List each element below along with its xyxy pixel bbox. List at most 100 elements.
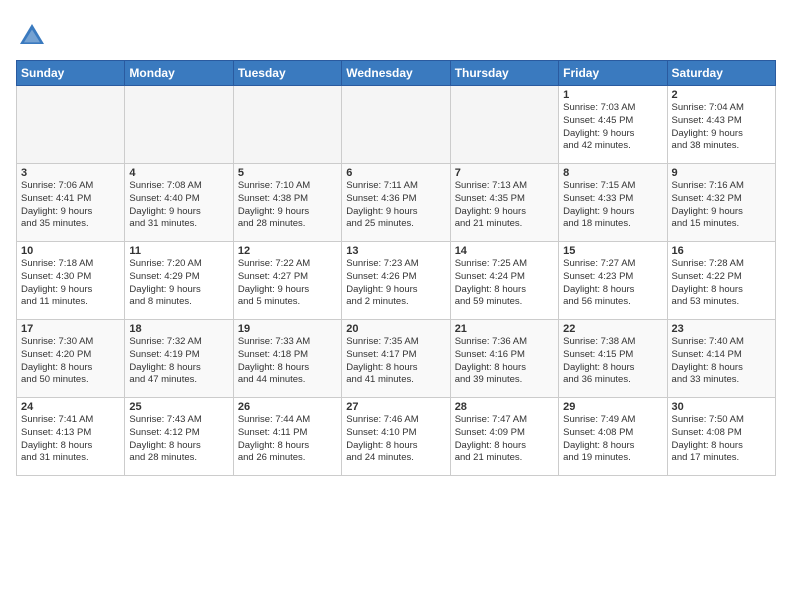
week-row-0: 1Sunrise: 7:03 AM Sunset: 4:45 PM Daylig…	[17, 86, 776, 164]
day-number: 23	[672, 323, 771, 335]
day-number: 22	[563, 323, 662, 335]
day-number: 16	[672, 245, 771, 257]
day-cell: 19Sunrise: 7:33 AM Sunset: 4:18 PM Dayli…	[233, 320, 341, 398]
day-info: Sunrise: 7:35 AM Sunset: 4:17 PM Dayligh…	[346, 336, 445, 387]
day-cell: 6Sunrise: 7:11 AM Sunset: 4:36 PM Daylig…	[342, 164, 450, 242]
day-number: 1	[563, 89, 662, 101]
day-info: Sunrise: 7:23 AM Sunset: 4:26 PM Dayligh…	[346, 258, 445, 309]
day-info: Sunrise: 7:33 AM Sunset: 4:18 PM Dayligh…	[238, 336, 337, 387]
day-cell: 13Sunrise: 7:23 AM Sunset: 4:26 PM Dayli…	[342, 242, 450, 320]
header	[16, 16, 776, 52]
day-cell: 29Sunrise: 7:49 AM Sunset: 4:08 PM Dayli…	[559, 398, 667, 476]
day-cell	[342, 86, 450, 164]
day-info: Sunrise: 7:32 AM Sunset: 4:19 PM Dayligh…	[129, 336, 228, 387]
day-info: Sunrise: 7:47 AM Sunset: 4:09 PM Dayligh…	[455, 414, 554, 465]
week-row-3: 17Sunrise: 7:30 AM Sunset: 4:20 PM Dayli…	[17, 320, 776, 398]
day-info: Sunrise: 7:49 AM Sunset: 4:08 PM Dayligh…	[563, 414, 662, 465]
day-info: Sunrise: 7:41 AM Sunset: 4:13 PM Dayligh…	[21, 414, 120, 465]
day-cell: 30Sunrise: 7:50 AM Sunset: 4:08 PM Dayli…	[667, 398, 775, 476]
header-row: SundayMondayTuesdayWednesdayThursdayFrid…	[17, 61, 776, 86]
header-wednesday: Wednesday	[342, 61, 450, 86]
day-cell	[125, 86, 233, 164]
day-info: Sunrise: 7:46 AM Sunset: 4:10 PM Dayligh…	[346, 414, 445, 465]
day-info: Sunrise: 7:08 AM Sunset: 4:40 PM Dayligh…	[129, 180, 228, 231]
day-number: 28	[455, 401, 554, 413]
day-cell: 11Sunrise: 7:20 AM Sunset: 4:29 PM Dayli…	[125, 242, 233, 320]
day-info: Sunrise: 7:44 AM Sunset: 4:11 PM Dayligh…	[238, 414, 337, 465]
day-number: 2	[672, 89, 771, 101]
day-number: 9	[672, 167, 771, 179]
day-cell: 4Sunrise: 7:08 AM Sunset: 4:40 PM Daylig…	[125, 164, 233, 242]
day-cell: 20Sunrise: 7:35 AM Sunset: 4:17 PM Dayli…	[342, 320, 450, 398]
day-cell: 3Sunrise: 7:06 AM Sunset: 4:41 PM Daylig…	[17, 164, 125, 242]
day-info: Sunrise: 7:40 AM Sunset: 4:14 PM Dayligh…	[672, 336, 771, 387]
day-cell: 8Sunrise: 7:15 AM Sunset: 4:33 PM Daylig…	[559, 164, 667, 242]
day-number: 3	[21, 167, 120, 179]
header-friday: Friday	[559, 61, 667, 86]
day-number: 26	[238, 401, 337, 413]
day-info: Sunrise: 7:30 AM Sunset: 4:20 PM Dayligh…	[21, 336, 120, 387]
day-info: Sunrise: 7:13 AM Sunset: 4:35 PM Dayligh…	[455, 180, 554, 231]
day-cell: 28Sunrise: 7:47 AM Sunset: 4:09 PM Dayli…	[450, 398, 558, 476]
day-cell: 26Sunrise: 7:44 AM Sunset: 4:11 PM Dayli…	[233, 398, 341, 476]
day-cell: 25Sunrise: 7:43 AM Sunset: 4:12 PM Dayli…	[125, 398, 233, 476]
day-cell: 27Sunrise: 7:46 AM Sunset: 4:10 PM Dayli…	[342, 398, 450, 476]
day-number: 7	[455, 167, 554, 179]
day-cell: 1Sunrise: 7:03 AM Sunset: 4:45 PM Daylig…	[559, 86, 667, 164]
logo-icon	[16, 20, 48, 52]
day-number: 11	[129, 245, 228, 257]
day-info: Sunrise: 7:06 AM Sunset: 4:41 PM Dayligh…	[21, 180, 120, 231]
day-info: Sunrise: 7:36 AM Sunset: 4:16 PM Dayligh…	[455, 336, 554, 387]
day-info: Sunrise: 7:04 AM Sunset: 4:43 PM Dayligh…	[672, 102, 771, 153]
day-info: Sunrise: 7:18 AM Sunset: 4:30 PM Dayligh…	[21, 258, 120, 309]
header-tuesday: Tuesday	[233, 61, 341, 86]
day-cell: 5Sunrise: 7:10 AM Sunset: 4:38 PM Daylig…	[233, 164, 341, 242]
day-number: 8	[563, 167, 662, 179]
day-info: Sunrise: 7:22 AM Sunset: 4:27 PM Dayligh…	[238, 258, 337, 309]
day-cell: 21Sunrise: 7:36 AM Sunset: 4:16 PM Dayli…	[450, 320, 558, 398]
day-cell: 16Sunrise: 7:28 AM Sunset: 4:22 PM Dayli…	[667, 242, 775, 320]
header-thursday: Thursday	[450, 61, 558, 86]
day-number: 12	[238, 245, 337, 257]
day-info: Sunrise: 7:27 AM Sunset: 4:23 PM Dayligh…	[563, 258, 662, 309]
day-number: 17	[21, 323, 120, 335]
header-sunday: Sunday	[17, 61, 125, 86]
day-info: Sunrise: 7:38 AM Sunset: 4:15 PM Dayligh…	[563, 336, 662, 387]
day-info: Sunrise: 7:25 AM Sunset: 4:24 PM Dayligh…	[455, 258, 554, 309]
day-number: 10	[21, 245, 120, 257]
week-row-4: 24Sunrise: 7:41 AM Sunset: 4:13 PM Dayli…	[17, 398, 776, 476]
header-saturday: Saturday	[667, 61, 775, 86]
day-number: 29	[563, 401, 662, 413]
day-number: 18	[129, 323, 228, 335]
day-number: 24	[21, 401, 120, 413]
week-row-2: 10Sunrise: 7:18 AM Sunset: 4:30 PM Dayli…	[17, 242, 776, 320]
day-info: Sunrise: 7:20 AM Sunset: 4:29 PM Dayligh…	[129, 258, 228, 309]
day-info: Sunrise: 7:03 AM Sunset: 4:45 PM Dayligh…	[563, 102, 662, 153]
day-number: 4	[129, 167, 228, 179]
day-number: 6	[346, 167, 445, 179]
header-monday: Monday	[125, 61, 233, 86]
day-cell: 12Sunrise: 7:22 AM Sunset: 4:27 PM Dayli…	[233, 242, 341, 320]
calendar-table: SundayMondayTuesdayWednesdayThursdayFrid…	[16, 60, 776, 476]
day-number: 13	[346, 245, 445, 257]
day-cell: 10Sunrise: 7:18 AM Sunset: 4:30 PM Dayli…	[17, 242, 125, 320]
day-cell	[233, 86, 341, 164]
day-cell: 9Sunrise: 7:16 AM Sunset: 4:32 PM Daylig…	[667, 164, 775, 242]
day-cell: 18Sunrise: 7:32 AM Sunset: 4:19 PM Dayli…	[125, 320, 233, 398]
day-info: Sunrise: 7:15 AM Sunset: 4:33 PM Dayligh…	[563, 180, 662, 231]
logo	[16, 20, 52, 52]
day-cell: 23Sunrise: 7:40 AM Sunset: 4:14 PM Dayli…	[667, 320, 775, 398]
day-info: Sunrise: 7:50 AM Sunset: 4:08 PM Dayligh…	[672, 414, 771, 465]
day-info: Sunrise: 7:10 AM Sunset: 4:38 PM Dayligh…	[238, 180, 337, 231]
day-cell	[450, 86, 558, 164]
day-cell: 14Sunrise: 7:25 AM Sunset: 4:24 PM Dayli…	[450, 242, 558, 320]
day-number: 19	[238, 323, 337, 335]
day-number: 30	[672, 401, 771, 413]
day-info: Sunrise: 7:16 AM Sunset: 4:32 PM Dayligh…	[672, 180, 771, 231]
day-cell	[17, 86, 125, 164]
day-info: Sunrise: 7:43 AM Sunset: 4:12 PM Dayligh…	[129, 414, 228, 465]
day-number: 20	[346, 323, 445, 335]
day-cell: 24Sunrise: 7:41 AM Sunset: 4:13 PM Dayli…	[17, 398, 125, 476]
day-info: Sunrise: 7:28 AM Sunset: 4:22 PM Dayligh…	[672, 258, 771, 309]
day-number: 25	[129, 401, 228, 413]
